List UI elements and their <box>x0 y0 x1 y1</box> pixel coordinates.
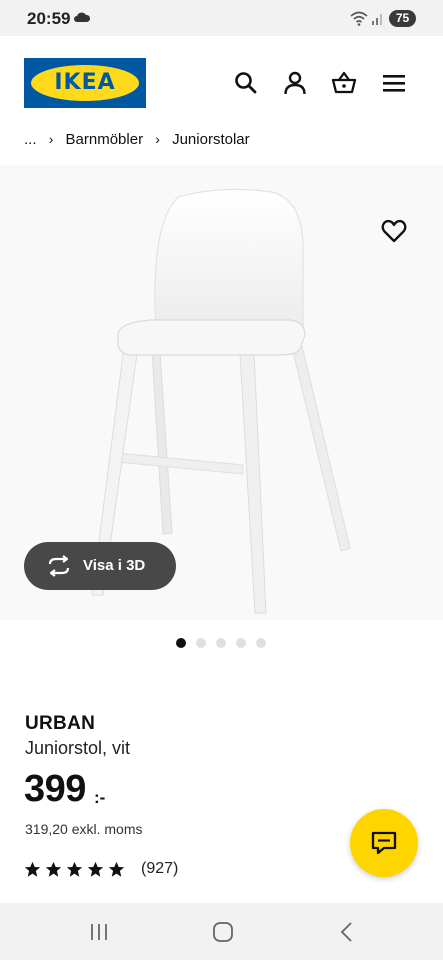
ikea-logo[interactable]: IKEA <box>24 58 146 108</box>
price-excl-vat: 319,20 exkl. moms <box>25 821 143 837</box>
breadcrumb-ellipsis[interactable]: ... <box>24 131 37 148</box>
battery-level: 75 <box>395 11 410 25</box>
cart-icon[interactable] <box>331 70 357 96</box>
price-suffix: :- <box>94 788 106 807</box>
chat-icon <box>371 831 397 855</box>
logo-text: IKEA <box>54 70 116 95</box>
signal-icon <box>372 14 382 25</box>
chat-button[interactable] <box>350 809 418 877</box>
search-icon[interactable] <box>233 70 259 96</box>
breadcrumb: ... › Barnmöbler › Juniorstolar <box>24 131 250 148</box>
carousel-dot-3[interactable] <box>216 638 226 648</box>
carousel-dot-2[interactable] <box>196 638 206 648</box>
recent-apps-icon[interactable] <box>87 920 111 944</box>
wifi-icon <box>350 11 368 26</box>
battery-indicator: 75 <box>389 10 416 27</box>
carousel-dot-4[interactable] <box>236 638 246 648</box>
account-icon[interactable] <box>282 70 308 96</box>
star-icon <box>24 861 41 877</box>
rotate-3d-icon <box>48 555 70 577</box>
breadcrumb-separator: › <box>48 131 54 147</box>
status-time: 20:59 <box>27 9 71 28</box>
home-icon[interactable] <box>211 920 235 944</box>
breadcrumb-item-barnmobler[interactable]: Barnmöbler <box>66 131 144 148</box>
menu-icon[interactable] <box>381 70 407 96</box>
star-icon <box>87 861 104 877</box>
breadcrumb-item-juniorstolar[interactable]: Juniorstolar <box>172 131 250 148</box>
view-in-3d-button[interactable]: Visa i 3D <box>24 542 176 590</box>
rating-count[interactable]: (927) <box>141 860 178 878</box>
product-price: 399 <box>24 768 86 810</box>
product-description: Juniorstol, vit <box>25 738 131 758</box>
carousel-dot-5[interactable] <box>256 638 266 648</box>
star-icon <box>66 861 83 877</box>
product-rating[interactable]: (927) <box>24 860 178 878</box>
system-navigation-bar <box>0 903 443 960</box>
view-in-3d-label: Visa i 3D <box>83 557 146 574</box>
back-icon[interactable] <box>335 920 359 944</box>
carousel-dot-1[interactable] <box>176 638 186 648</box>
product-name: URBAN <box>25 713 96 734</box>
site-header: IKEA <box>0 36 443 130</box>
cloud-icon <box>74 12 90 22</box>
status-bar: 20:59 75 <box>0 0 443 36</box>
star-icon <box>45 861 62 877</box>
breadcrumb-separator: › <box>155 131 160 147</box>
product-gallery[interactable]: Visa i 3D <box>0 165 443 620</box>
favorite-heart-icon[interactable] <box>381 218 407 244</box>
star-icon <box>108 861 125 877</box>
